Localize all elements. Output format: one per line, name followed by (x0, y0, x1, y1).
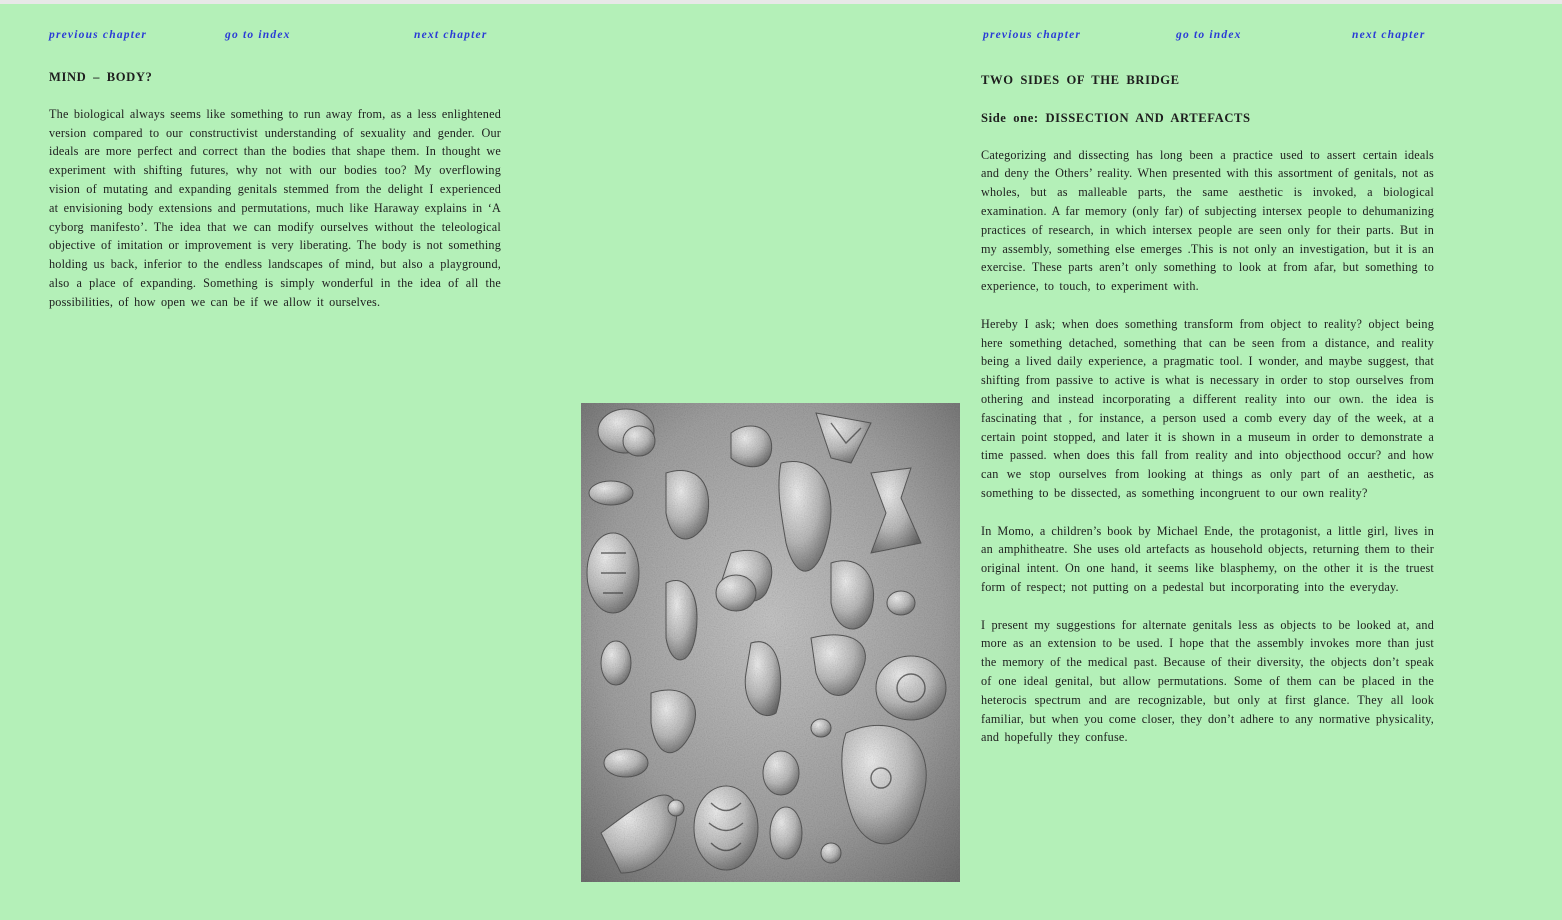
right-paragraph-4: I present my suggestions for alternate g… (981, 617, 1434, 745)
right-go-to-index-link[interactable]: go to index (1176, 29, 1242, 41)
right-next-chapter-link[interactable]: next chapter (1352, 29, 1426, 41)
left-paragraph-1: The biological always seems like somethi… (49, 106, 501, 309)
browser-top-edge (0, 0, 1562, 4)
right-chapter-title: TWO SIDES OF THE BRIDGE (981, 73, 1180, 87)
right-previous-chapter-link[interactable]: previous chapter (983, 29, 1081, 41)
left-chapter-title: MIND – BODY? (49, 70, 153, 84)
left-chapter-column: MIND – BODY? The biological always seems… (49, 68, 501, 312)
right-paragraph-2: Hereby I ask; when does something transf… (981, 316, 1434, 500)
right-paragraph-3: In Momo, a children’s book by Michael En… (981, 523, 1434, 594)
right-chapter-nav: previous chapter go to index next chapte… (0, 29, 1562, 45)
right-chapter-subtitle: Side one: DISSECTION AND ARTEFACTS (981, 110, 1251, 125)
clay-artefacts-illustration (581, 403, 960, 882)
clay-artefacts-photo (581, 403, 960, 882)
right-chapter-column: TWO SIDES OF THE BRIDGE Side one: DISSEC… (981, 71, 1434, 747)
right-paragraph-1: Categorizing and dissecting has long bee… (981, 147, 1434, 294)
